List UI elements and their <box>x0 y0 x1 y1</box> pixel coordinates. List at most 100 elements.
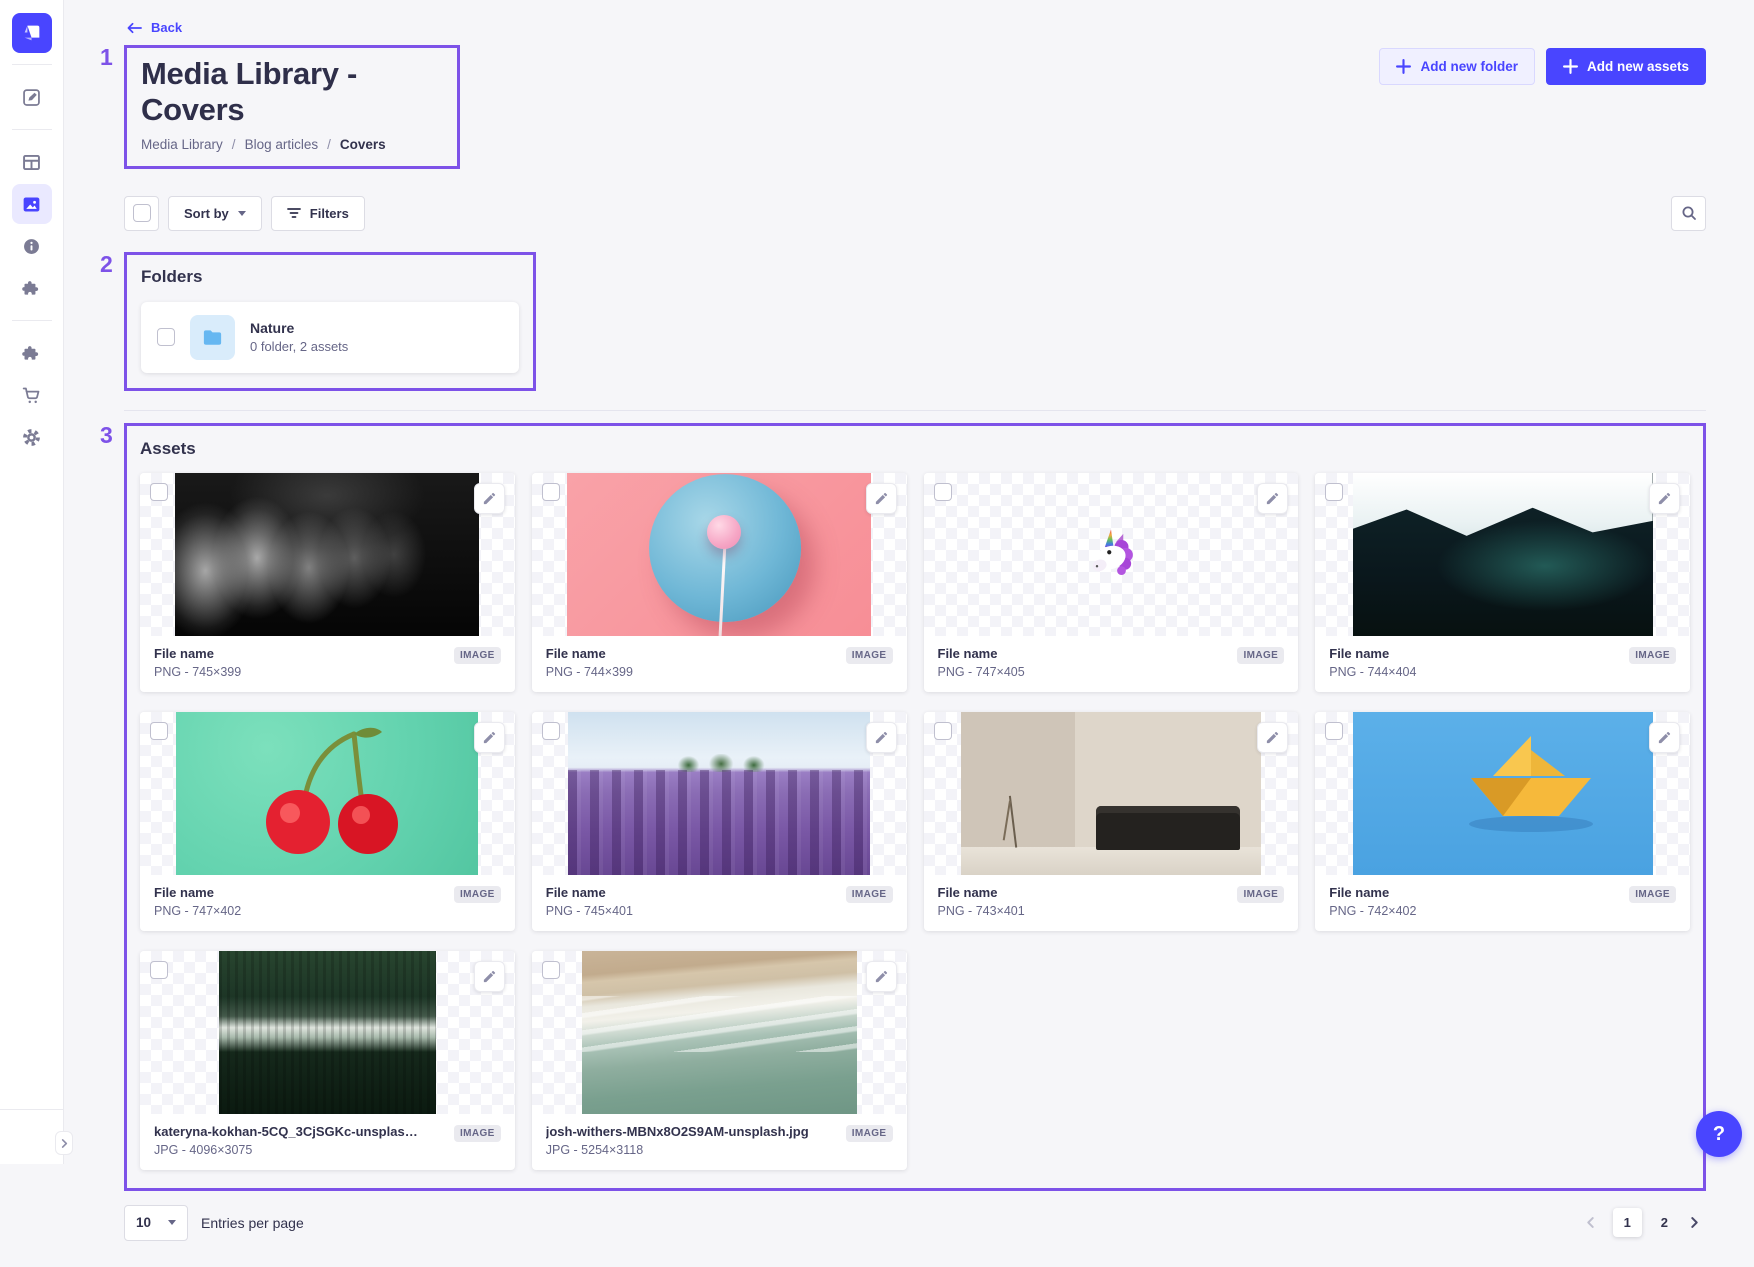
asset-checkbox[interactable] <box>1325 722 1343 740</box>
filters-button[interactable]: Filters <box>271 196 365 231</box>
asset-meta: JPG - 4096×3075 <box>154 1143 424 1157</box>
asset-checkbox[interactable] <box>150 961 168 979</box>
select-all-checkbox[interactable] <box>133 204 151 222</box>
asset-thumbnail-iceberg <box>1315 473 1690 636</box>
layout-icon <box>21 152 42 173</box>
sidebar-item-marketplace-plugins[interactable] <box>12 333 52 373</box>
folder-icon-wrap <box>190 315 235 360</box>
asset-type-badge: IMAGE <box>1629 647 1676 664</box>
chevron-down-icon <box>238 211 246 216</box>
sidebar-item-media-library[interactable] <box>12 184 52 224</box>
asset-thumbnail-beach-aerial <box>532 951 907 1114</box>
asset-card: File name PNG - 742×402 IMAGE <box>1315 712 1690 931</box>
annotation-label-3: 3 <box>100 422 113 449</box>
sidebar-item-content-manager[interactable] <box>12 77 52 117</box>
back-link[interactable]: Back <box>127 20 182 35</box>
folder-checkbox[interactable] <box>157 328 175 346</box>
asset-type-badge: IMAGE <box>1237 886 1284 903</box>
sidebar-divider <box>12 129 52 130</box>
asset-meta: PNG - 745×401 <box>546 904 633 918</box>
sidebar-item-content-type-builder[interactable] <box>12 142 52 182</box>
pencil-icon <box>874 730 889 745</box>
help-button[interactable]: ? <box>1696 1111 1742 1157</box>
asset-checkbox[interactable] <box>934 483 952 501</box>
folder-name: Nature <box>250 320 348 336</box>
breadcrumb-blog-articles[interactable]: Blog articles <box>245 137 319 152</box>
asset-type-badge: IMAGE <box>846 1125 893 1142</box>
asset-edit-button[interactable] <box>866 722 897 753</box>
asset-edit-button[interactable] <box>1257 722 1288 753</box>
asset-meta: PNG - 742×402 <box>1329 904 1416 918</box>
page-1-button[interactable]: 1 <box>1613 1208 1642 1237</box>
asset-checkbox[interactable] <box>934 722 952 740</box>
add-new-assets-button[interactable]: Add new assets <box>1546 48 1706 85</box>
asset-type-badge: IMAGE <box>846 886 893 903</box>
search-button[interactable] <box>1671 196 1706 231</box>
info-icon <box>21 236 42 257</box>
band-photo-image <box>175 473 479 636</box>
asset-checkbox[interactable] <box>542 722 560 740</box>
asset-edit-button[interactable] <box>474 722 505 753</box>
filter-icon <box>287 207 301 219</box>
asset-card: kateryna-kokhan-5CQ_3CjSGKc-unsplash.jpg… <box>140 951 515 1170</box>
select-all-checkbox-button[interactable] <box>124 196 159 231</box>
entries-per-page-select[interactable]: 10 <box>124 1205 188 1241</box>
page-2-button[interactable]: 2 <box>1657 1215 1672 1230</box>
asset-edit-button[interactable] <box>1649 483 1680 514</box>
asset-type-badge: IMAGE <box>454 647 501 664</box>
cart-icon <box>21 385 42 406</box>
plus-icon <box>1563 59 1578 74</box>
asset-name: File name <box>938 885 1025 900</box>
asset-edit-button[interactable] <box>474 961 505 992</box>
asset-edit-button[interactable] <box>866 961 897 992</box>
breadcrumb-media-library[interactable]: Media Library <box>141 137 223 152</box>
breadcrumb-separator: / <box>327 137 331 152</box>
asset-card: File name PNG - 744×404 IMAGE <box>1315 473 1690 692</box>
paper-boat-image <box>1353 712 1653 875</box>
strapi-logo-icon <box>21 22 43 44</box>
sort-by-button[interactable]: Sort by <box>168 196 262 231</box>
pencil-icon <box>874 969 889 984</box>
gear-icon <box>21 427 42 448</box>
edit-pen-icon <box>21 87 42 108</box>
previous-page-button[interactable] <box>1583 1215 1598 1230</box>
sidebar-item-documentation[interactable] <box>12 226 52 266</box>
entries-per-page-value: 10 <box>136 1215 151 1230</box>
asset-checkbox[interactable] <box>1325 483 1343 501</box>
asset-checkbox[interactable] <box>542 483 560 501</box>
chevron-right-icon <box>1689 1217 1700 1228</box>
next-page-button[interactable] <box>1687 1215 1702 1230</box>
asset-meta: JPG - 5254×3118 <box>546 1143 809 1157</box>
plus-icon <box>1396 59 1411 74</box>
asset-name: kateryna-kokhan-5CQ_3CjSGKc-unsplash.jpg <box>154 1124 424 1139</box>
lavender-field-image <box>568 712 870 875</box>
asset-thumbnail-lavender <box>532 712 907 875</box>
add-new-folder-button[interactable]: Add new folder <box>1379 48 1535 85</box>
forest-lake-image <box>219 951 436 1114</box>
interior-couch-image <box>961 712 1261 875</box>
asset-edit-button[interactable] <box>866 483 897 514</box>
asset-thumbnail-band-photo <box>140 473 515 636</box>
asset-name: File name <box>154 646 241 661</box>
sidebar-item-marketplace[interactable] <box>12 375 52 415</box>
lollipop-image <box>567 473 871 636</box>
media-library-icon <box>21 194 42 215</box>
sidebar-divider <box>12 320 52 321</box>
pencil-icon <box>874 491 889 506</box>
asset-checkbox[interactable] <box>150 722 168 740</box>
folder-card-nature[interactable]: Nature 0 folder, 2 assets <box>141 302 519 373</box>
asset-edit-button[interactable] <box>474 483 505 514</box>
pencil-icon <box>482 491 497 506</box>
asset-card: File name PNG - 747×402 IMAGE <box>140 712 515 931</box>
sidebar-collapse-button[interactable] <box>55 1131 73 1155</box>
asset-checkbox[interactable] <box>150 483 168 501</box>
sidebar-item-plugins[interactable] <box>12 268 52 308</box>
pencil-icon <box>1265 730 1280 745</box>
asset-edit-button[interactable] <box>1257 483 1288 514</box>
sidebar-item-settings[interactable] <box>12 417 52 457</box>
asset-checkbox[interactable] <box>542 961 560 979</box>
cherries-image <box>176 712 478 875</box>
strapi-logo[interactable] <box>12 13 52 53</box>
asset-edit-button[interactable] <box>1649 722 1680 753</box>
sidebar-divider <box>12 64 52 65</box>
